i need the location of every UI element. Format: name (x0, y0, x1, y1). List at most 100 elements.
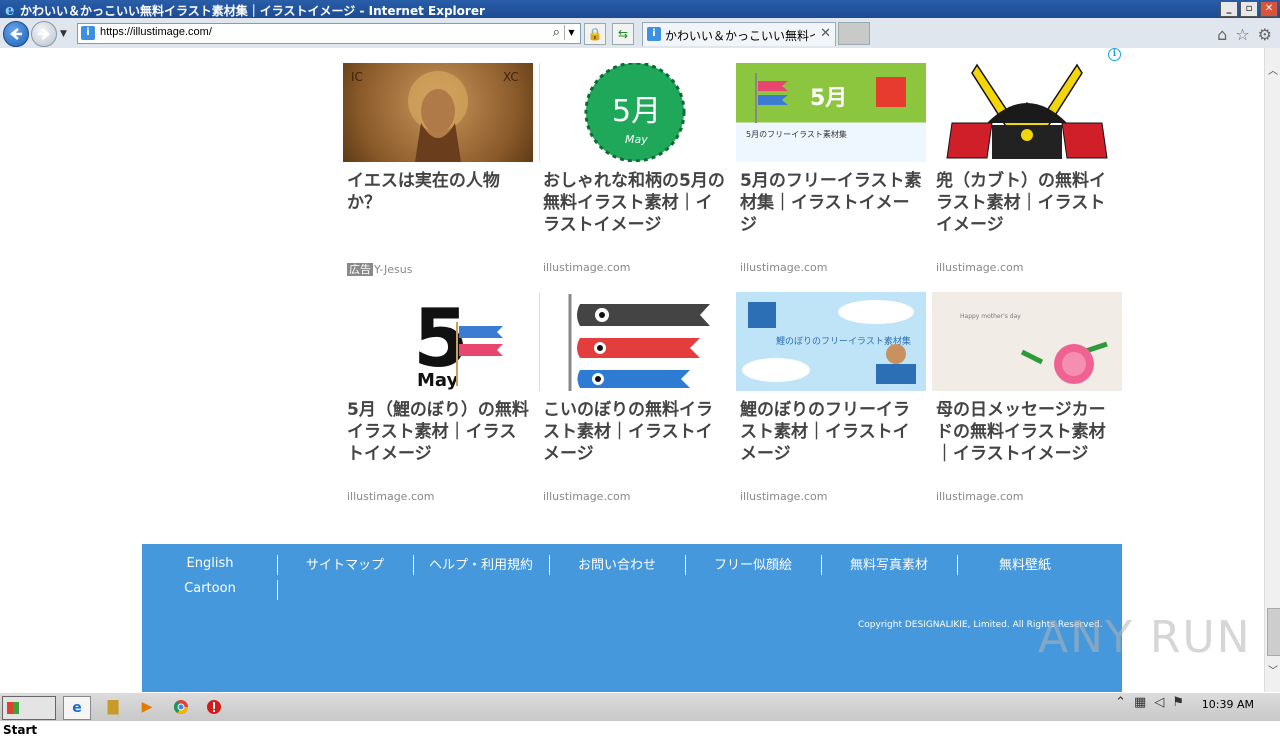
mothers-day-card-image: Happy mother's day (932, 292, 1122, 391)
stop-app-taskbar-icon[interactable] (201, 696, 227, 718)
forward-button[interactable] (31, 21, 57, 47)
home-icon[interactable]: ⌂ (1217, 25, 1227, 44)
lock-icon[interactable]: 🔒 (584, 23, 606, 45)
favorites-star-icon[interactable]: ☆ (1235, 25, 1249, 44)
article-card[interactable]: 鯉のぼりのフリーイラスト素材集 鯉のぼりのフリーイラスト素材｜イラストイメージ … (736, 292, 926, 503)
browser-nav-bar: ▼ i https://illustimage.com/ ⌕ ▼ 🔒 ⇆ i か… (0, 18, 1280, 49)
article-card[interactable]: 兜（カブト）の無料イラスト素材｜イラストイメージ illustimage.com (932, 63, 1122, 274)
card-source: 広告 Y-Jesus (347, 263, 413, 276)
article-card[interactable]: 5月 5月のフリーイラスト素材集 5月のフリーイラスト素材集｜イラストイメージ … (736, 63, 926, 274)
history-dropdown-icon[interactable]: ▼ (60, 29, 67, 39)
address-bar[interactable]: i https://illustimage.com/ ⌕ ▼ (77, 23, 581, 44)
footer-link-english[interactable]: English (142, 556, 278, 571)
browser-tab[interactable]: i かわいい＆かっこいい無料イラ... ✕ (642, 22, 836, 46)
media-player-taskbar-icon[interactable]: ▶ (134, 696, 160, 718)
article-card[interactable]: 5月 May おしゃれな和柄の5月の無料イラスト素材｜イラストイメージ illu… (539, 63, 730, 274)
svg-text:鯉のぼりのフリーイラスト素材集: 鯉のぼりのフリーイラスト素材集 (776, 335, 911, 347)
card-source: illustimage.com (543, 261, 631, 274)
svg-text:e: e (5, 1, 15, 17)
footer-link-photos[interactable]: 無料写真素材 (821, 554, 957, 573)
card-title[interactable]: 5月（鯉のぼり）の無料イラスト素材｜イラストイメージ (343, 399, 533, 465)
may-5-calendar-image: 5 May (343, 292, 533, 391)
show-hidden-icons-icon[interactable]: ⌃ (1115, 695, 1134, 710)
taskbar-clock[interactable]: 10:39 AM (1202, 698, 1254, 711)
tab-title: かわいい＆かっこいい無料イラ... (665, 29, 815, 43)
scroll-thumb[interactable] (1267, 608, 1280, 656)
footer-link-sitemap[interactable]: サイトマップ (277, 554, 413, 573)
back-arrow-icon (10, 28, 22, 40)
svg-text:XC: XC (503, 70, 519, 84)
card-title[interactable]: 5月のフリーイラスト素材集｜イラストイメージ (736, 170, 926, 236)
windows-taskbar: Start e ▇ ▶ ⌃▦◁⚑ 10:39 AM (0, 692, 1280, 737)
scroll-down-icon[interactable]: ﹀ (1265, 664, 1280, 680)
article-card[interactable]: 5 May 5月（鯉のぼり）の無料イラスト素材｜イラストイメージ illusti… (343, 292, 533, 503)
footer-link-cartoon[interactable]: Cartoon (142, 581, 278, 596)
card-source: illustimage.com (936, 490, 1024, 503)
footer-link-wallpaper[interactable]: 無料壁紙 (957, 554, 1093, 573)
koinobori-carp-image (539, 292, 730, 391)
system-tray-icons[interactable]: ⌃▦◁⚑ (1115, 695, 1192, 710)
card-title[interactable]: 鯉のぼりのフリーイラスト素材｜イラストイメージ (736, 399, 926, 465)
back-button[interactable] (3, 21, 29, 47)
koinobori-card-image: 鯉のぼりのフリーイラスト素材集 (736, 292, 926, 391)
anyrun-watermark: ANY RUN (1038, 612, 1252, 663)
kabuto-helmet-image (932, 63, 1122, 162)
window-title: かわいい＆かっこいい無料イラスト素材集｜イラストイメージ - Internet … (20, 4, 485, 18)
svg-text:May: May (625, 133, 648, 146)
tab-favicon-icon: i (647, 27, 661, 41)
card-title[interactable]: 兜（カブト）の無料イラスト素材｜イラストイメージ (932, 170, 1122, 236)
card-source: illustimage.com (740, 490, 828, 503)
forward-arrow-icon (38, 28, 50, 40)
action-center-flag-icon[interactable]: ⚑ (1172, 695, 1192, 710)
file-explorer-taskbar-icon[interactable]: ▇ (100, 696, 126, 718)
network-icon[interactable]: ▦ (1134, 695, 1154, 710)
footer-link-contact[interactable]: お問い合わせ (549, 554, 685, 573)
footer-divider (277, 580, 278, 600)
minimize-button[interactable]: _ (1220, 1, 1238, 17)
card-source: illustimage.com (936, 261, 1024, 274)
article-card[interactable]: こいのぼりの無料イラスト素材｜イラストイメージ illustimage.com (539, 292, 730, 503)
card-source: illustimage.com (740, 261, 828, 274)
svg-text:5月: 5月 (612, 94, 661, 129)
search-icon[interactable]: ⌕ (553, 25, 560, 40)
restore-button[interactable]: ▫ (1240, 1, 1258, 17)
ie-logo-icon: e (5, 1, 15, 17)
footer-link-portrait[interactable]: フリー似顔絵 (685, 554, 821, 573)
site-favicon-icon: i (81, 26, 95, 40)
start-button[interactable]: Start (2, 696, 56, 737)
chrome-taskbar-icon[interactable] (168, 696, 194, 718)
tab-close-icon[interactable]: ✕ (820, 26, 831, 41)
address-url[interactable]: https://illustimage.com/ (100, 26, 212, 38)
new-tab-button[interactable] (838, 22, 870, 45)
card-source: illustimage.com (543, 490, 631, 503)
internet-explorer-taskbar-icon[interactable]: e (63, 696, 91, 720)
window-title-bar: e かわいい＆かっこいい無料イラスト素材集｜イラストイメージ - Interne… (0, 0, 1280, 18)
footer-link-help[interactable]: ヘルプ・利用規約 (413, 554, 549, 573)
article-card[interactable]: Happy mother's day 母の日メッセージカードの無料イラスト素材｜… (932, 292, 1122, 503)
card-title[interactable]: 母の日メッセージカードの無料イラスト素材｜イラストイメージ (932, 399, 1122, 465)
close-window-button[interactable]: ✕ (1260, 1, 1278, 17)
refresh-icon[interactable]: ⇆ (612, 23, 634, 45)
card-title[interactable]: おしゃれな和柄の5月の無料イラスト素材｜イラストイメージ (539, 170, 729, 236)
volume-icon[interactable]: ◁ (1154, 695, 1172, 710)
ad-tag: 広告 (347, 263, 373, 276)
scroll-up-icon[interactable]: ︿ (1265, 64, 1280, 80)
card-title[interactable]: イエスは実在の人物か？ (343, 170, 533, 214)
svg-text:5月: 5月 (810, 86, 847, 111)
site-footer: English サイトマップ ヘルプ・利用規約 お問い合わせ フリー似顔絵 無料… (142, 544, 1122, 692)
svg-text:Happy mother's day: Happy mother's day (960, 313, 1021, 320)
may-wagara-image: 5月 May (539, 63, 730, 162)
svg-text:May: May (417, 370, 459, 391)
may-koinobori-banner-image: 5月 5月のフリーイラスト素材集 (736, 63, 926, 162)
settings-gear-icon[interactable]: ⚙ (1258, 25, 1272, 44)
card-source: illustimage.com (347, 490, 435, 503)
address-dropdown-icon[interactable]: ▼ (564, 25, 578, 40)
card-title[interactable]: こいのぼりの無料イラスト素材｜イラストイメージ (539, 399, 729, 465)
page-content: i IC XC イエスは実在の人物か？ 広告 Y-Jesus 5月 May おしゃ… (0, 48, 1264, 692)
svg-text:5月のフリーイラスト素材集: 5月のフリーイラスト素材集 (746, 129, 847, 139)
ad-info-icon[interactable]: i (1108, 48, 1121, 61)
ad-card[interactable]: IC XC イエスは実在の人物か？ 広告 Y-Jesus (343, 63, 533, 276)
windows-flag-icon (7, 702, 19, 714)
jesus-mosaic-image: IC XC (343, 63, 533, 162)
vertical-scrollbar[interactable]: ︿ ﹀ (1264, 48, 1280, 692)
